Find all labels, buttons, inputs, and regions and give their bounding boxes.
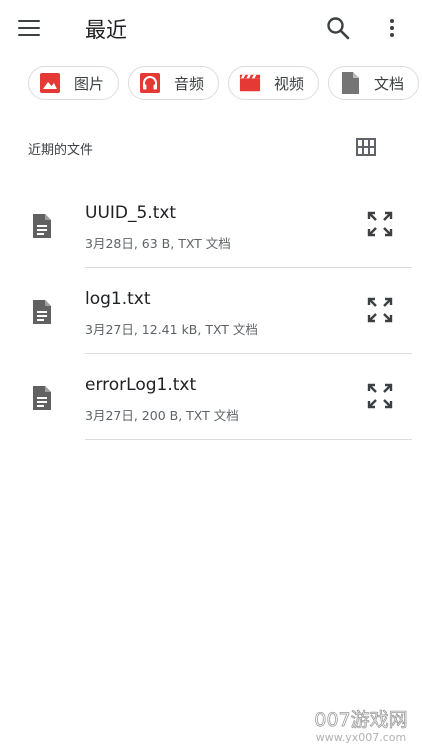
chip-audio[interactable]: 音频 (128, 66, 220, 100)
headphones-icon (139, 72, 161, 94)
image-icon (39, 72, 61, 94)
file-meta: 3月27日, 12.41 kB, TXT 文档 (85, 322, 258, 337)
text-file-icon (30, 212, 54, 240)
chip-label: 文档 (374, 74, 405, 93)
file-meta: 3月28日, 63 B, TXT 文档 (85, 236, 231, 251)
menu-icon[interactable] (18, 14, 48, 42)
chip-images[interactable]: 图片 (28, 66, 120, 100)
chip-label: 音频 (174, 74, 205, 93)
file-name: UUID_5.txt (85, 203, 177, 223)
chip-documents[interactable]: 文档 (328, 66, 420, 100)
grid-view-icon[interactable] (356, 138, 376, 156)
page-title: 最近 (85, 18, 127, 42)
file-row[interactable]: errorLog1.txt 3月27日, 200 B, TXT 文档 (0, 354, 422, 440)
search-icon[interactable] (324, 14, 352, 42)
section-title: 近期的文件 (28, 143, 94, 158)
text-file-icon (30, 384, 54, 412)
file-row[interactable]: log1.txt 3月27日, 12.41 kB, TXT 文档 (0, 268, 422, 354)
movie-icon (239, 72, 261, 94)
recent-files-screen: 最近 图片 音频 视频 文档 近期的文件 UUID_5.txt 3月28日, 6… (0, 0, 422, 750)
recent-file-list: UUID_5.txt 3月28日, 63 B, TXT 文档 log1.txt … (0, 182, 422, 440)
fullscreen-icon[interactable] (366, 210, 394, 238)
text-file-icon (30, 298, 54, 326)
svg-text:www.yx007.com: www.yx007.com (316, 731, 406, 744)
file-meta: 3月27日, 200 B, TXT 文档 (85, 408, 239, 423)
more-vert-icon[interactable] (378, 14, 406, 42)
watermark-logo: 007游戏网 www.yx007.com (306, 702, 416, 746)
fullscreen-icon[interactable] (366, 296, 394, 324)
document-icon (339, 72, 361, 94)
svg-text:007游戏网: 007游戏网 (314, 709, 407, 731)
fullscreen-icon[interactable] (366, 382, 394, 410)
divider (85, 439, 412, 440)
chip-video[interactable]: 视频 (228, 66, 320, 100)
file-row[interactable]: UUID_5.txt 3月28日, 63 B, TXT 文档 (0, 182, 422, 268)
file-name: errorLog1.txt (85, 375, 197, 395)
file-name: log1.txt (85, 289, 151, 309)
chip-label: 视频 (274, 74, 305, 93)
chip-label: 图片 (74, 74, 105, 93)
filter-chips: 图片 音频 视频 文档 (28, 66, 420, 100)
top-app-bar: 最近 (0, 0, 422, 56)
